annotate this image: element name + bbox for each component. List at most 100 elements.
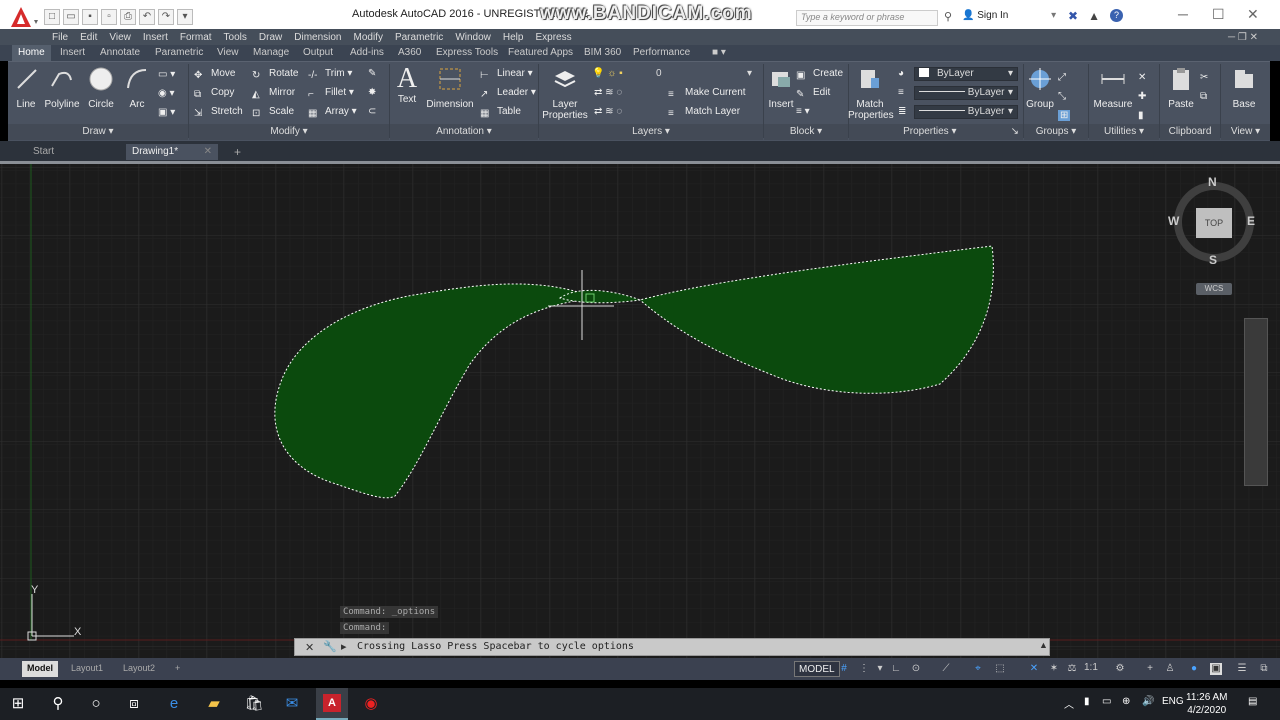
- circle-button[interactable]: Circle: [86, 66, 116, 110]
- table-button[interactable]: ▦ Table: [480, 106, 521, 119]
- cortana-icon[interactable]: ○: [86, 694, 106, 714]
- clipboard-tools[interactable]: ✂ ⧉: [1200, 68, 1208, 106]
- drawing-canvas[interactable]: Y X Command: _options Command:: [0, 164, 1280, 660]
- menu-express[interactable]: Express: [535, 32, 571, 43]
- close-icon[interactable]: ✕: [204, 144, 212, 160]
- tab-parametric[interactable]: Parametric: [155, 45, 203, 61]
- view-panel-label[interactable]: View ▾: [1221, 124, 1270, 140]
- menu-edit[interactable]: Edit: [80, 32, 97, 43]
- new-file-icon[interactable]: □: [44, 9, 60, 25]
- ribbon-options-icon[interactable]: ■ ▾: [712, 45, 726, 61]
- match-layer-button[interactable]: ≡ Match Layer: [668, 106, 740, 119]
- tab-express-tools[interactable]: Express Tools: [436, 45, 498, 61]
- fullscreen-icon[interactable]: ⧉: [1258, 663, 1270, 675]
- tab-home[interactable]: Home: [12, 45, 51, 61]
- search-input[interactable]: Type a keyword or phrase: [796, 10, 938, 26]
- task-view-icon[interactable]: ⧈: [124, 694, 144, 714]
- save-as-icon[interactable]: ▫: [101, 9, 117, 25]
- tab-a360[interactable]: A360: [398, 45, 421, 61]
- utilities-panel-label[interactable]: Utilities ▾: [1089, 124, 1159, 140]
- minimize-button[interactable]: ─: [1178, 6, 1188, 22]
- move-button[interactable]: ✥ Move: [194, 68, 235, 81]
- layer-dropdown[interactable]: 0 ▾: [652, 68, 756, 82]
- autocad-taskbar-icon[interactable]: A: [316, 688, 348, 720]
- block-attributes-button[interactable]: ≡ ▾: [796, 106, 810, 117]
- menu-window[interactable]: Window: [455, 32, 491, 43]
- hardware-acceleration-icon[interactable]: ●: [1188, 663, 1200, 675]
- grid-icon[interactable]: #: [838, 663, 850, 675]
- store-icon[interactable]: 🛍: [244, 694, 264, 714]
- new-tab-button[interactable]: +: [228, 144, 247, 160]
- rectangle-button[interactable]: ▭ ▾: [158, 69, 175, 80]
- layer-properties-button[interactable]: Layer Properties: [542, 66, 588, 121]
- fillet-button[interactable]: ⌐ Fillet ▾: [308, 87, 354, 100]
- rotate-button[interactable]: ↻ Rotate: [252, 68, 298, 81]
- menu-file[interactable]: File: [52, 32, 68, 43]
- menu-view[interactable]: View: [109, 32, 131, 43]
- trim-button[interactable]: -/- Trim ▾: [308, 68, 352, 81]
- menu-insert[interactable]: Insert: [143, 32, 168, 43]
- arc-button[interactable]: Arc: [124, 66, 150, 110]
- plot-icon[interactable]: ⎙: [120, 9, 136, 25]
- linetype-dropdown[interactable]: ByLayer ▾: [914, 105, 1018, 119]
- help-icon[interactable]: ?: [1109, 9, 1123, 22]
- mirror-button[interactable]: ◭ Mirror: [252, 87, 295, 100]
- draw-panel-label[interactable]: Draw ▾: [8, 124, 188, 140]
- workspace-gear-icon[interactable]: ⚙: [1114, 663, 1126, 675]
- tab-insert[interactable]: Insert: [60, 45, 85, 61]
- compass-south[interactable]: S: [1209, 253, 1217, 267]
- language-indicator[interactable]: ENG: [1162, 696, 1184, 707]
- color-dropdown[interactable]: ByLayer ▾: [914, 67, 1018, 81]
- tab-output[interactable]: Output: [303, 45, 333, 61]
- menu-tools[interactable]: Tools: [224, 32, 247, 43]
- dimension-button[interactable]: Dimension: [426, 66, 474, 110]
- cmd-history-toggle-icon[interactable]: ▲: [1039, 640, 1048, 650]
- wcs-menu[interactable]: WCS: [1196, 283, 1232, 295]
- open-file-icon[interactable]: ▭: [63, 9, 79, 25]
- compass-west[interactable]: W: [1168, 214, 1179, 228]
- binoculars-icon[interactable]: ⚲: [944, 10, 952, 23]
- polar-icon[interactable]: ⊙: [910, 663, 922, 675]
- undo-icon[interactable]: ↶: [139, 9, 155, 25]
- group-button[interactable]: Group: [1024, 66, 1056, 110]
- ortho-icon[interactable]: ∟: [890, 663, 902, 675]
- viewcube-top-face[interactable]: TOP: [1196, 208, 1232, 238]
- file-explorer-icon[interactable]: ▰: [204, 694, 224, 714]
- doc-window-controls[interactable]: ─ ❐ ✕: [1228, 32, 1258, 43]
- tab-start[interactable]: Start: [27, 144, 60, 160]
- linear-button[interactable]: ⊢ Linear ▾: [480, 68, 533, 81]
- annotation-visibility-icon[interactable]: ✕: [1028, 663, 1040, 675]
- edit-block-button[interactable]: ✎ Edit: [796, 87, 830, 100]
- tab-bim-360[interactable]: BIM 360: [584, 45, 621, 61]
- cmd-customize-icon[interactable]: 🔧: [323, 640, 337, 653]
- line-button[interactable]: Line: [14, 66, 38, 110]
- qat-dropdown-icon[interactable]: ▾: [177, 9, 193, 25]
- group-tools[interactable]: ⤢ ⤡ ⊞: [1058, 68, 1071, 125]
- osnap-icon[interactable]: ⌖: [972, 663, 984, 675]
- annotation-scale-icon[interactable]: ⚖: [1066, 663, 1078, 675]
- menu-modify[interactable]: Modify: [354, 32, 383, 43]
- menu-help[interactable]: Help: [503, 32, 524, 43]
- tab-view[interactable]: View: [217, 45, 239, 61]
- menu-dimension[interactable]: Dimension: [294, 32, 341, 43]
- redo-icon[interactable]: ↷: [158, 9, 174, 25]
- network-icon[interactable]: ⊕: [1122, 696, 1130, 707]
- bandicam-record-icon[interactable]: ◉: [361, 694, 381, 714]
- tab-performance[interactable]: Performance: [633, 45, 690, 61]
- annotation-scale-value[interactable]: 1:1: [1084, 662, 1098, 673]
- measure-button[interactable]: Measure: [1090, 66, 1136, 110]
- windows-start-icon[interactable]: ⊞: [8, 694, 28, 714]
- navigation-bar[interactable]: [1244, 318, 1268, 486]
- notifications-icon[interactable]: ▤: [1248, 696, 1257, 707]
- hatch-button[interactable]: ◉ ▾: [158, 88, 175, 99]
- edge-browser-icon[interactable]: e: [164, 694, 184, 714]
- erase-button[interactable]: ✎: [368, 68, 376, 79]
- command-line[interactable]: ✕ 🔧 ▸ Crossing Lasso Press Spacebar to c…: [294, 638, 1050, 656]
- properties-panel-label[interactable]: Properties ▾ ↘: [849, 124, 1023, 140]
- system-clock[interactable]: 11:26 AM 4/2/2020: [1186, 691, 1228, 717]
- sign-in-button[interactable]: 👤 Sign In ▾: [962, 10, 1056, 21]
- stretch-button[interactable]: ⇲ Stretch: [194, 106, 243, 119]
- offset-button[interactable]: ⊂: [368, 106, 376, 117]
- draw-more-button[interactable]: ▣ ▾: [158, 107, 175, 118]
- utility-tools[interactable]: ✕ ✚ ▮: [1138, 68, 1146, 125]
